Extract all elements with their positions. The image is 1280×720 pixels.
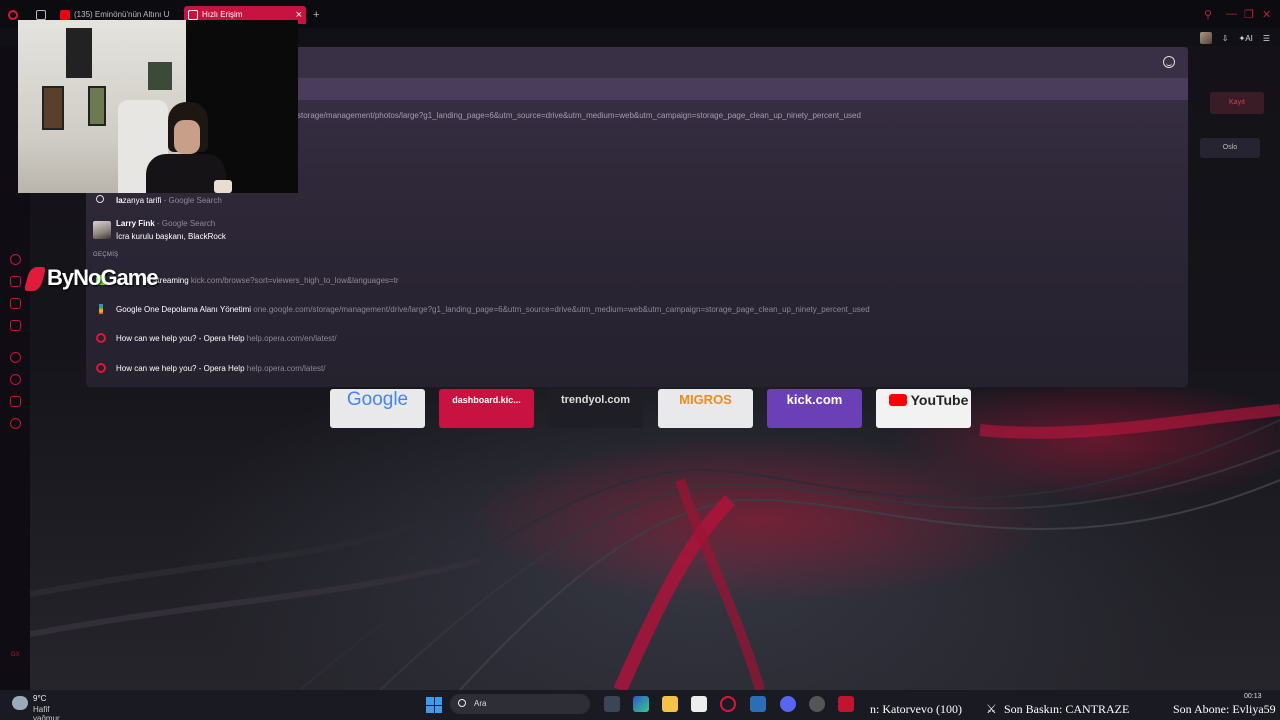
widget-weather-oslo[interactable]: Oslo bbox=[1200, 138, 1260, 158]
history-text: How can we help you? - Opera Help help.o… bbox=[116, 364, 325, 373]
speed-dial-icon bbox=[188, 10, 198, 20]
youtube-icon bbox=[60, 10, 70, 20]
ticker-item: n: Katorvevo (100) bbox=[870, 702, 962, 716]
minimize-button[interactable]: — bbox=[1226, 8, 1237, 20]
speed-dial-kick-dashboard[interactable]: dashboard.kic... bbox=[439, 389, 534, 428]
suggestion-source: - Google Search bbox=[156, 219, 216, 228]
taskbar-search[interactable]: Ara bbox=[450, 694, 590, 714]
suggestion-source: - Google Search bbox=[163, 196, 222, 205]
new-tab-button[interactable]: + bbox=[310, 6, 324, 24]
discord-icon[interactable] bbox=[780, 696, 796, 712]
store-icon[interactable] bbox=[691, 696, 707, 712]
suggestion-text: lazanya tarifi - Google Search bbox=[116, 196, 222, 205]
poster bbox=[148, 62, 172, 90]
gx-corner-icon[interactable] bbox=[10, 276, 21, 287]
speed-dial-label: kick.com bbox=[786, 392, 843, 407]
ai-label: AI bbox=[1245, 33, 1253, 43]
history-url: help.opera.com/en/latest/ bbox=[246, 334, 337, 343]
app-icon[interactable] bbox=[838, 696, 854, 712]
weather-temp: 9°C bbox=[33, 694, 47, 703]
history-section-label: GEÇMİŞ bbox=[93, 252, 119, 258]
suggestion-subtitle: İcra kurulu başkanı, BlackRock bbox=[116, 232, 226, 241]
toolbar-right: ⇩ ✦AI ☰ bbox=[1199, 30, 1270, 46]
speed-dial-label: MIGROS bbox=[679, 392, 732, 407]
selected-suggestion-url: storage/management/photos/large?g1_landi… bbox=[297, 111, 861, 120]
speed-dial-trendyol[interactable]: trendyol.com bbox=[548, 389, 643, 428]
history-text: How can we help you? - Opera Help help.o… bbox=[116, 334, 337, 343]
speed-dial-label: dashboard.kic... bbox=[452, 395, 521, 405]
speed-dial-youtube[interactable]: YouTube bbox=[876, 389, 971, 428]
maximize-button[interactable]: ❐ bbox=[1244, 8, 1254, 21]
ticker-sword-icon: ⚔ bbox=[986, 702, 997, 716]
brand-text: ByNoGame bbox=[47, 265, 159, 290]
search-icon bbox=[96, 195, 104, 203]
ticker-item: Son Baskın: CANTRAZE bbox=[1004, 702, 1130, 716]
history-title: Google One Depolama Alanı Yönetimi bbox=[116, 305, 252, 314]
easy-setup-icon[interactable]: ☰ bbox=[1263, 34, 1270, 43]
search-icon bbox=[458, 699, 466, 707]
sidebar-gx-label: GX bbox=[11, 652, 20, 658]
gx-control-icon[interactable] bbox=[10, 254, 21, 265]
copilot-icon[interactable] bbox=[633, 696, 649, 712]
tabs-icon bbox=[36, 10, 46, 20]
player-icon[interactable] bbox=[10, 352, 21, 363]
messenger-icon[interactable] bbox=[10, 320, 21, 331]
emoji-icon[interactable] bbox=[1163, 56, 1175, 68]
screen: (135) Eminönü'nün Altını U Hızlı Erişim … bbox=[0, 0, 1280, 720]
speed-dial-label: Google bbox=[346, 389, 409, 410]
speed-dial-migros[interactable]: MIGROS bbox=[658, 389, 753, 428]
google-one-icon bbox=[99, 304, 103, 314]
poster bbox=[66, 28, 92, 78]
twitch-icon[interactable] bbox=[10, 298, 21, 309]
poster bbox=[42, 86, 64, 130]
speed-dial-label: YouTube bbox=[910, 392, 969, 408]
history-url: one.google.com/storage/management/drive/… bbox=[253, 305, 870, 314]
weather-desc: Hafif yağmur bbox=[33, 705, 60, 720]
start-button[interactable] bbox=[426, 697, 442, 713]
suggestion-bold: la bbox=[116, 196, 123, 205]
brand-mark-icon bbox=[23, 267, 47, 292]
history-title: How can we help you? - Opera Help bbox=[116, 364, 245, 373]
extensions-icon[interactable] bbox=[10, 396, 21, 407]
speed-dial-label: trendyol.com bbox=[560, 394, 631, 406]
clock[interactable]: 00:13 bbox=[1244, 693, 1262, 700]
app-icon[interactable] bbox=[750, 696, 766, 712]
history-text: k Streaming kick.com/browse?sort=viewers… bbox=[146, 276, 399, 285]
tab-label: Hızlı Erişim bbox=[202, 10, 243, 19]
search-tabs-icon[interactable]: ⚲ bbox=[1204, 8, 1212, 21]
history-url: kick.com/browse?sort=viewers_high_to_low… bbox=[190, 276, 399, 285]
suggestion-text: Larry Fink - Google Search bbox=[116, 219, 215, 228]
download-icon[interactable]: ⇩ bbox=[1222, 34, 1229, 43]
person-face bbox=[174, 120, 200, 154]
webcam-overlay bbox=[18, 20, 298, 193]
weather-icon bbox=[12, 696, 28, 710]
larry-fink-photo bbox=[93, 221, 111, 239]
tab-label: (135) Eminönü'nün Altını U bbox=[74, 10, 170, 19]
history-icon[interactable] bbox=[10, 374, 21, 385]
close-window-button[interactable]: ✕ bbox=[1262, 8, 1271, 21]
history-url: help.opera.com/latest/ bbox=[246, 364, 326, 373]
widget-kayit[interactable]: Kayıt bbox=[1210, 92, 1264, 114]
file-explorer-icon[interactable] bbox=[662, 696, 678, 712]
speed-dial-google[interactable]: Google bbox=[330, 389, 425, 428]
suggestion-bold: Larry Fink bbox=[116, 219, 155, 228]
suggestion-title: zanya tarifi bbox=[122, 196, 162, 205]
history-text: Google One Depolama Alanı Yönetimi one.g… bbox=[116, 305, 870, 314]
opera-logo-icon bbox=[8, 10, 18, 20]
aria-ai-button[interactable]: ✦AI bbox=[1239, 34, 1253, 43]
opera-icon bbox=[96, 333, 106, 343]
app-icon[interactable] bbox=[809, 696, 825, 712]
speed-dial-kick[interactable]: kick.com bbox=[767, 389, 862, 428]
profile-avatar[interactable] bbox=[1199, 32, 1212, 44]
task-view-icon[interactable] bbox=[604, 696, 620, 712]
opera-gx-taskbar-icon[interactable] bbox=[720, 696, 736, 712]
settings-icon[interactable] bbox=[10, 418, 21, 429]
taskbar-search-label: Ara bbox=[474, 699, 487, 708]
history-title: How can we help you? - Opera Help bbox=[116, 334, 245, 343]
ticker-item: Son Abone: Evliya59 bbox=[1173, 702, 1276, 716]
opera-icon bbox=[96, 363, 106, 373]
poster bbox=[88, 86, 106, 126]
stream-brand-logo: ByNoGame bbox=[23, 265, 159, 292]
cup bbox=[214, 180, 232, 193]
